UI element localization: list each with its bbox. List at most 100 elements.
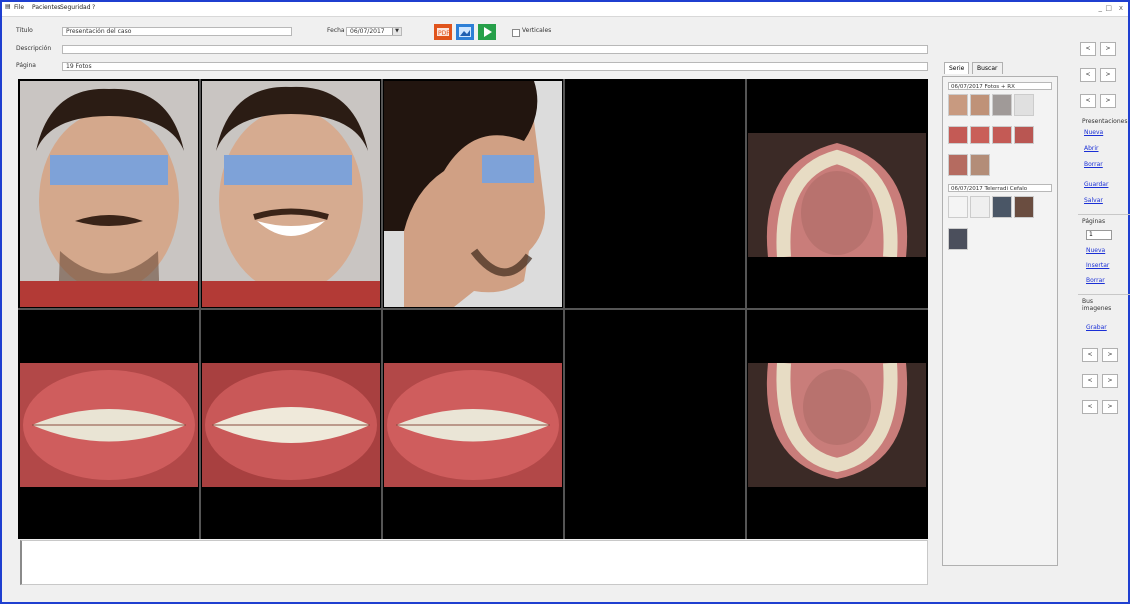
- face-frontal-image: [20, 81, 198, 307]
- borrar-presentacion-link[interactable]: Borrar: [1084, 161, 1103, 168]
- notes-textarea[interactable]: [20, 540, 928, 585]
- fecha-picker[interactable]: 06/07/2017 ▼: [346, 27, 402, 36]
- menu-bar: ▤ File Pacientes Seguridad ? _ □ x: [2, 2, 1128, 17]
- tab-serie[interactable]: Serie: [944, 62, 970, 74]
- thumbnail[interactable]: [992, 196, 1012, 218]
- frontal-occlusion-image: [202, 363, 380, 487]
- minimize-icon[interactable]: _: [1099, 4, 1103, 12]
- photo-upper-occlusal[interactable]: [748, 133, 926, 257]
- image-button[interactable]: [456, 24, 474, 40]
- pdf-export-button[interactable]: PDF: [434, 24, 452, 40]
- privacy-mask: [482, 155, 534, 183]
- nav-next-button[interactable]: >: [1100, 68, 1116, 82]
- lower-occlusal-image: [748, 363, 926, 487]
- thumbnail[interactable]: [992, 126, 1012, 144]
- nav-prev-button[interactable]: <: [1080, 42, 1096, 56]
- application-window: ▤ File Pacientes Seguridad ? _ □ x Títul…: [0, 0, 1130, 604]
- nav-next-button[interactable]: >: [1102, 374, 1118, 388]
- group-header[interactable]: 06/07/2017 Telerradi Cefalo: [948, 184, 1052, 192]
- maximize-icon[interactable]: □: [1105, 4, 1112, 12]
- fecha-value: 06/07/2017: [350, 28, 385, 35]
- thumbnail[interactable]: [970, 196, 990, 218]
- nav-next-button[interactable]: >: [1102, 400, 1118, 414]
- insertar-pagina-link[interactable]: Insertar: [1086, 262, 1109, 269]
- app-icon[interactable]: ▤: [5, 3, 11, 10]
- nav-prev-button[interactable]: <: [1082, 348, 1098, 362]
- menu-help[interactable]: ?: [92, 4, 95, 11]
- photo-grid: [18, 79, 928, 539]
- thumbnail-panel: [942, 76, 1058, 566]
- presentation-play-button[interactable]: [478, 24, 496, 40]
- upper-occlusal-image: [748, 133, 926, 257]
- left-lateral-image: [384, 363, 562, 487]
- nav-next-button[interactable]: >: [1102, 348, 1118, 362]
- chevron-down-icon[interactable]: ▼: [392, 28, 401, 35]
- thumbnail[interactable]: [948, 154, 968, 176]
- privacy-mask: [50, 155, 168, 185]
- right-lateral-image: [20, 363, 198, 487]
- thumbnail[interactable]: [948, 196, 968, 218]
- borrar-pagina-link[interactable]: Borrar: [1086, 277, 1105, 284]
- image-icon: [459, 27, 471, 37]
- descripcion-label: Descripción: [16, 45, 52, 52]
- presentation-play-icon: [484, 27, 492, 37]
- verticales-checkbox[interactable]: [512, 29, 520, 37]
- thumbnail[interactable]: [948, 94, 968, 116]
- pagina-input[interactable]: 19 Fotos: [62, 62, 928, 71]
- menu-pacientes[interactable]: Pacientes: [32, 4, 61, 11]
- thumbnail[interactable]: [948, 126, 968, 144]
- close-icon[interactable]: x: [1119, 4, 1123, 12]
- page-number-stepper[interactable]: 1: [1086, 230, 1112, 240]
- photo-left-lateral[interactable]: [384, 363, 562, 487]
- thumbnail[interactable]: [970, 126, 990, 144]
- thumbnail[interactable]: [992, 94, 1012, 116]
- thumbnail[interactable]: [970, 94, 990, 116]
- photo-lower-occlusal[interactable]: [748, 363, 926, 487]
- titulo-label: Título: [16, 27, 33, 34]
- page-number-value: 1: [1089, 231, 1093, 238]
- presentaciones-title: Presentaciones: [1082, 118, 1128, 125]
- privacy-mask: [224, 155, 352, 185]
- nueva-pagina-link[interactable]: Nueva: [1086, 247, 1105, 254]
- grabar-link[interactable]: Grabar: [1086, 324, 1107, 331]
- titulo-input[interactable]: Presentación del caso: [62, 27, 292, 36]
- nav-prev-button[interactable]: <: [1082, 400, 1098, 414]
- thumbnail[interactable]: [1014, 94, 1034, 116]
- face-profile-image: [384, 81, 562, 307]
- group-header[interactable]: 06/07/2017 Fotos + RX: [948, 82, 1052, 90]
- guardar-presentacion-link[interactable]: Guardar: [1084, 181, 1108, 188]
- fecha-label: Fecha: [327, 27, 345, 34]
- salvar-presentacion-link[interactable]: Salvar: [1084, 197, 1103, 204]
- abrir-presentacion-link[interactable]: Abrir: [1084, 145, 1099, 152]
- tab-buscar[interactable]: Buscar: [972, 62, 1003, 74]
- menu-file[interactable]: File: [14, 4, 24, 11]
- imagenes-title: Bus imagenes: [1082, 298, 1112, 312]
- section-divider: [1078, 294, 1130, 295]
- pagina-label: Página: [16, 62, 36, 69]
- empty-slot[interactable]: [566, 310, 744, 539]
- pdf-export-icon: PDF: [437, 28, 450, 37]
- nav-prev-button[interactable]: <: [1082, 374, 1098, 388]
- empty-slot[interactable]: [566, 79, 744, 307]
- descripcion-input[interactable]: [62, 45, 928, 54]
- nueva-presentacion-link[interactable]: Nueva: [1084, 129, 1103, 136]
- face-smile-image: [202, 81, 380, 307]
- grid-divider: [18, 308, 928, 310]
- photo-face-profile[interactable]: [384, 81, 562, 307]
- verticales-label: Verticales: [522, 27, 552, 34]
- photo-right-lateral[interactable]: [20, 363, 198, 487]
- thumbnail[interactable]: [970, 154, 990, 176]
- section-divider: [1078, 214, 1130, 215]
- nav-next-button[interactable]: >: [1100, 42, 1116, 56]
- photo-frontal-occlusion[interactable]: [202, 363, 380, 487]
- photo-face-smile[interactable]: [202, 81, 380, 307]
- menu-seguridad[interactable]: Seguridad: [60, 4, 91, 11]
- nav-next-button[interactable]: >: [1100, 94, 1116, 108]
- thumbnail[interactable]: [1014, 126, 1034, 144]
- photo-face-frontal[interactable]: [20, 81, 198, 307]
- paginas-title: Páginas: [1082, 218, 1106, 225]
- nav-prev-button[interactable]: <: [1080, 94, 1096, 108]
- thumbnail[interactable]: [948, 228, 968, 250]
- nav-prev-button[interactable]: <: [1080, 68, 1096, 82]
- thumbnail[interactable]: [1014, 196, 1034, 218]
